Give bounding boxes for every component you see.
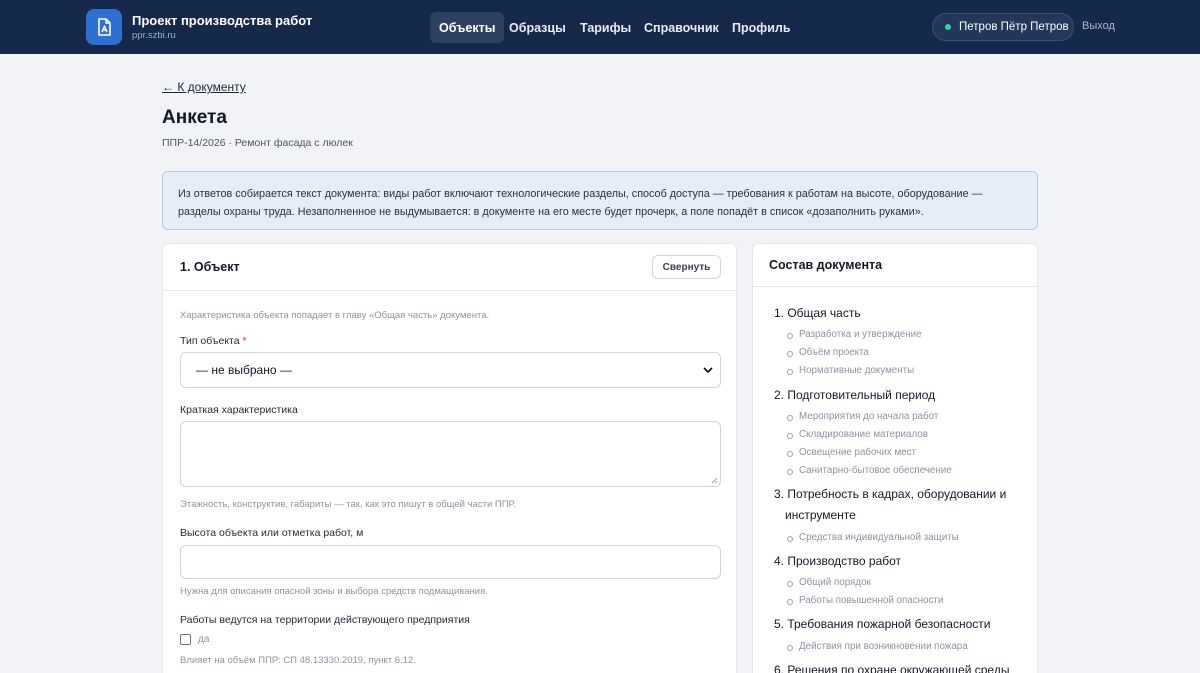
nav-reference[interactable]: Справочник [635, 12, 728, 43]
height-label: Высота объекта или отметка работ, м [180, 527, 364, 539]
height-hint: Нужна для описания опасной зоны и выбора… [180, 586, 488, 597]
brief-label: Краткая характеристика [180, 404, 298, 416]
info-banner: Из ответов собирается текст документа: в… [162, 171, 1038, 230]
toc-item[interactable]: Работы повышенной опасности [786, 595, 943, 606]
document-contents-panel: Состав документа 1. Общая часть Разработ… [752, 243, 1039, 673]
app-domain: ppr.szbi.ru [132, 30, 176, 41]
toc-item[interactable]: Освещение рабочих мест [786, 447, 916, 458]
online-dot-icon [945, 24, 951, 30]
logo[interactable] [86, 9, 122, 45]
chevron-down-icon [703, 367, 713, 373]
toc-section[interactable]: 5. Требования пожарной безопасности [774, 614, 990, 635]
toc-item[interactable]: Разработка и утверждение [787, 329, 922, 340]
brief-textarea[interactable] [180, 421, 721, 487]
section-header: 1. Объект Свернуть [163, 244, 738, 291]
nav-objects[interactable]: Объекты [430, 12, 505, 43]
toc-item[interactable]: Средства индивидуальной защиты [787, 532, 959, 543]
nav-tariffs[interactable]: Тарифы [571, 12, 640, 43]
toc-section[interactable]: 3. Потребность в кадрах, оборудовании и [774, 484, 1006, 505]
resize-handle-icon[interactable] [711, 477, 718, 484]
territory-label: Работы ведутся на территории действующег… [180, 614, 470, 626]
info-text: Из ответов собирается текст документа: в… [178, 188, 983, 218]
object-type-value: — не выбрано — [196, 363, 292, 377]
user-name: Петров Пётр Петров [959, 21, 1069, 33]
top-bar: Проект производства работ ppr.szbi.ru Об… [0, 0, 1200, 54]
territory-hint: Влияет на объём ППР: СП 48.13330.2019, п… [180, 655, 416, 666]
section-title: 1. Объект [180, 260, 240, 274]
nav-profile[interactable]: Профиль [723, 12, 800, 43]
app-title: Проект производства работ [132, 13, 313, 28]
toc-section[interactable]: 6. Решения по охране окружающей среды [774, 660, 1009, 673]
user-menu[interactable]: Петров Пётр Петров [932, 13, 1074, 41]
collapse-button[interactable]: Свернуть [652, 255, 721, 279]
section-hint: Характеристика объекта попадает в главу … [180, 310, 490, 321]
form-section-object: 1. Объект Свернуть Характеристика объект… [162, 243, 738, 673]
document-icon [98, 18, 111, 36]
object-type-select[interactable]: — не выбрано — [180, 352, 721, 388]
toc-item[interactable]: Общий порядок [787, 577, 871, 588]
territory-checkbox[interactable] [180, 634, 191, 645]
brief-hint: Этажность, конструктив, габариты — так, … [180, 499, 516, 510]
toc-item[interactable]: Действия при возникновении пожара [787, 641, 968, 652]
toc-section[interactable]: 4. Производство работ [774, 551, 901, 572]
nav-templates[interactable]: Образцы [500, 12, 575, 43]
object-type-label: Тип объекта * [180, 335, 247, 347]
toc-section-continuation[interactable]: инструменте [785, 505, 856, 526]
toc-section[interactable]: 1. Общая часть [774, 303, 861, 324]
logout-link[interactable]: Выход [1082, 20, 1115, 32]
toc-section[interactable]: 2. Подготовительный период [774, 385, 935, 406]
height-input[interactable] [180, 545, 721, 579]
page-title: Анкета [162, 107, 227, 128]
object-type-label-text: Тип объекта [180, 335, 240, 347]
document-subtitle: ППР-14/2026 · Ремонт фасада с люлек [162, 137, 353, 149]
toc-item[interactable]: Санитарно-бытовое обеспечение [787, 465, 952, 476]
territory-checkbox-label[interactable]: да [198, 634, 209, 645]
contents-title: Состав документа [769, 258, 883, 272]
toc-item[interactable]: Нормативные документы [786, 365, 914, 376]
toc-item[interactable]: Объём проекта [787, 347, 869, 358]
contents-header: Состав документа [753, 244, 1039, 287]
back-to-document-link[interactable]: ← К документу [162, 80, 246, 94]
toc-item[interactable]: Складирование материалов [787, 429, 928, 440]
required-marker: * [242, 335, 247, 347]
toc-item[interactable]: Мероприятия до начала работ [786, 411, 938, 422]
